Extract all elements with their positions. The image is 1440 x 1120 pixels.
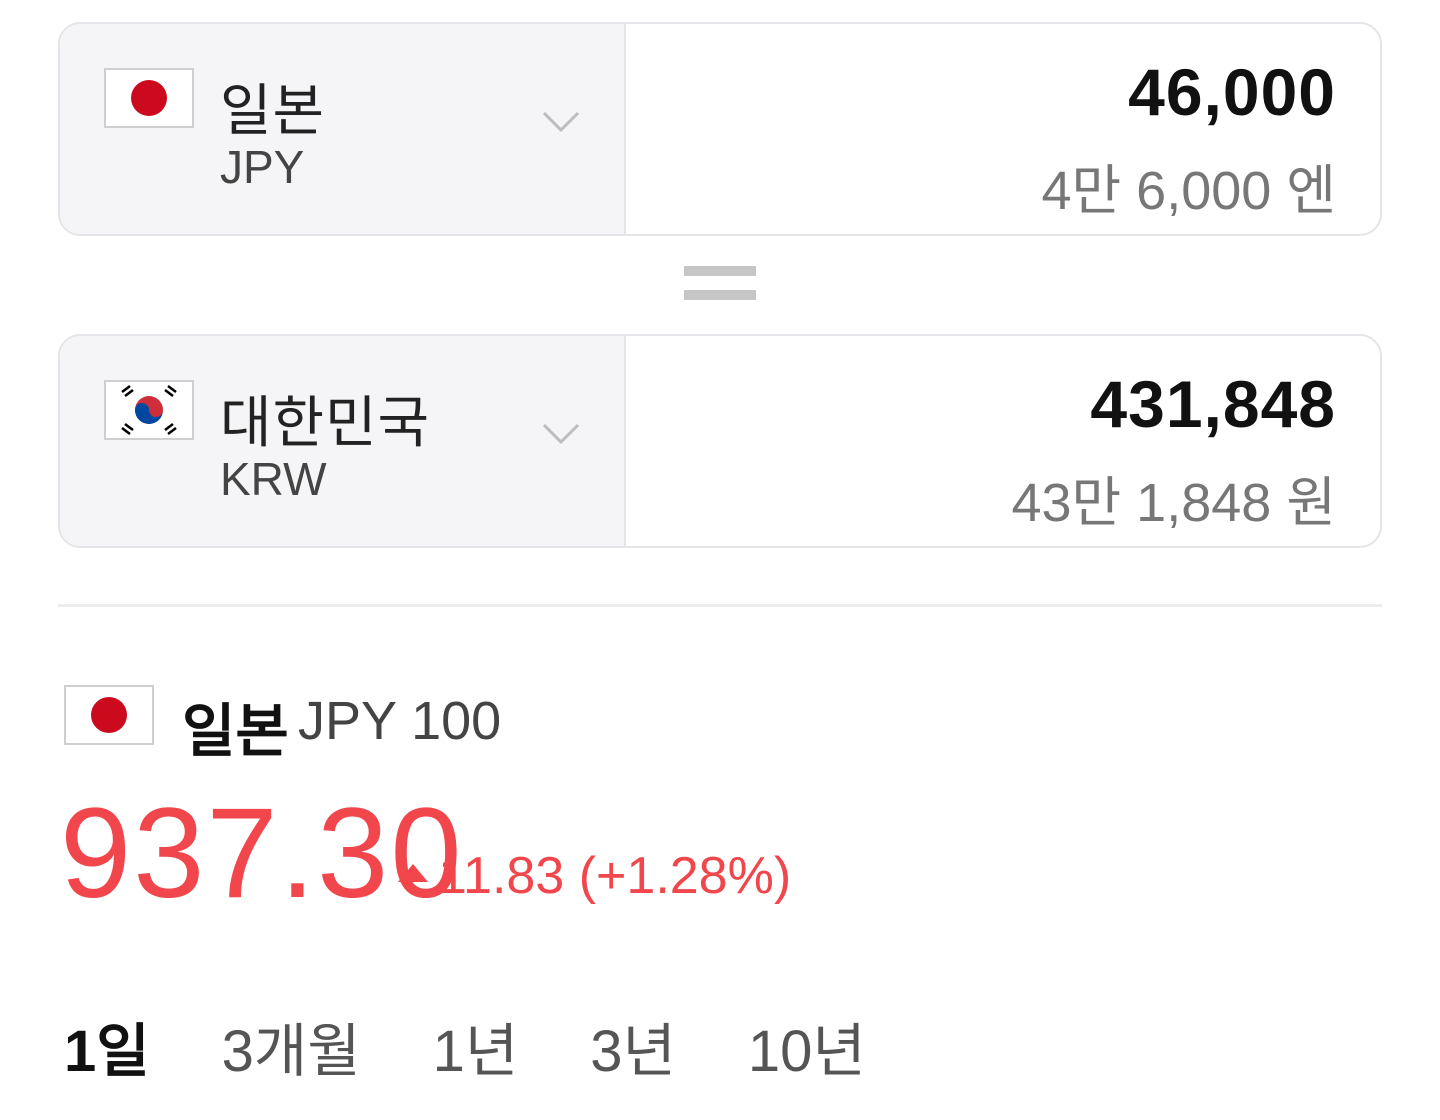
japan-flag-icon (104, 68, 194, 128)
to-currency-card: 대한민국 KRW 431,848 43만 1,848 원 (58, 334, 1382, 548)
from-amount-field[interactable]: 46,000 4만 6,000 엔 (626, 24, 1380, 234)
equals-icon (684, 266, 756, 302)
tab-1-day[interactable]: 1일 (64, 1004, 150, 1088)
chevron-down-icon[interactable] (542, 110, 580, 134)
from-currency-code: JPY (220, 141, 305, 193)
to-currency-code: KRW (220, 453, 327, 505)
from-amount[interactable]: 46,000 (1128, 54, 1336, 130)
japan-flag-icon (64, 685, 154, 745)
to-amount-words: 43만 1,848 원 (1011, 473, 1336, 533)
tab-3-years[interactable]: 3년 (590, 1004, 676, 1088)
tab-10-years[interactable]: 10년 (748, 1004, 866, 1088)
period-tabs: 1일 3개월 1년 3년 10년 (64, 1006, 938, 1086)
to-currency-selector[interactable]: 대한민국 KRW (60, 336, 626, 546)
rate-country-name: 일본 (182, 699, 289, 764)
rate-change: 11.83 (+1.28%) (398, 846, 791, 906)
tab-3-months[interactable]: 3개월 (222, 1004, 361, 1088)
to-amount[interactable]: 431,848 (1090, 366, 1336, 442)
up-arrow-icon (398, 864, 428, 882)
to-amount-field[interactable]: 431,848 43만 1,848 원 (626, 336, 1380, 546)
to-country-name: 대한민국 (220, 391, 431, 454)
tab-1-year[interactable]: 1년 (433, 1004, 519, 1088)
from-country-name: 일본 (220, 79, 326, 142)
rate-change-text: 11.83 (+1.28%) (438, 847, 792, 905)
section-divider (58, 604, 1382, 607)
korea-flag-icon (104, 380, 194, 440)
rate-unit: JPY 100 (298, 691, 502, 751)
from-currency-selector[interactable]: 일본 JPY (60, 24, 626, 234)
chevron-down-icon[interactable] (542, 422, 580, 446)
from-amount-words: 4만 6,000 엔 (1041, 161, 1336, 221)
from-currency-card: 일본 JPY 46,000 4만 6,000 엔 (58, 22, 1382, 236)
